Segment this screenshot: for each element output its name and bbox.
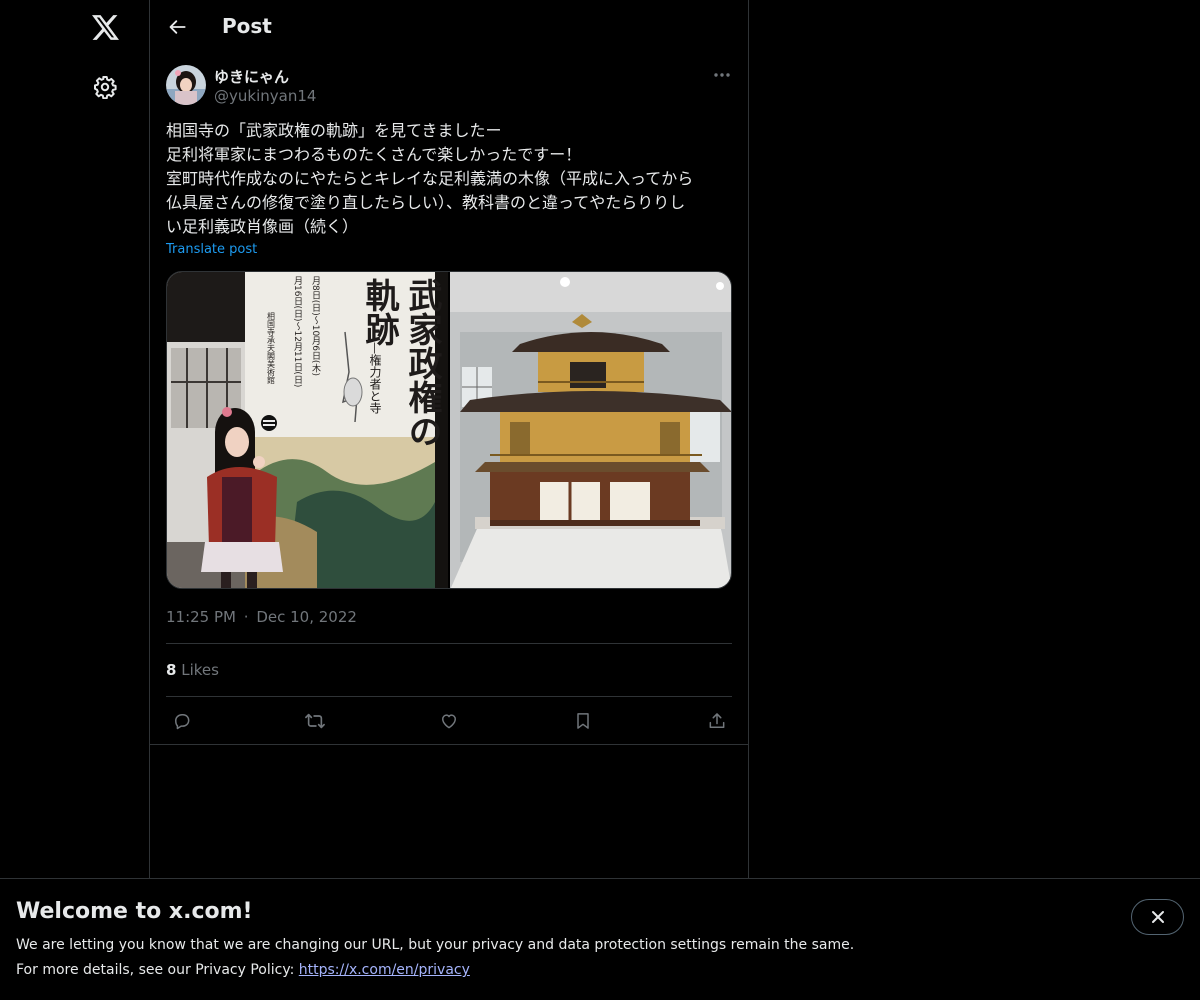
poster-date-2: 月16日(日)〜12月11日(日) xyxy=(292,276,303,387)
avatar[interactable] xyxy=(166,65,206,105)
banner-privacy-prefix: For more details, see our Privacy Policy… xyxy=(16,962,299,978)
post-actions xyxy=(166,698,732,744)
banner-privacy-line: For more details, see our Privacy Policy… xyxy=(16,962,470,978)
author-name[interactable]: ゆきにゃん xyxy=(214,66,289,87)
bookmark-icon[interactable] xyxy=(569,707,597,735)
close-icon xyxy=(1151,911,1164,923)
translate-post-link[interactable]: Translate post xyxy=(166,242,257,257)
post-text-line: 室町時代作成なのにやたらとキレイな足利義満の木像（平成に入ってから xyxy=(166,169,694,188)
post-media: 武家政権の 軌跡 —権力者と寺 月8日(日)〜10月6日(木) 月16日(日)〜… xyxy=(166,271,732,589)
repost-icon[interactable] xyxy=(301,707,329,735)
post-header: Post xyxy=(150,0,748,54)
post-text: 相国寺の「武家政権の軌跡」を見てきましたー 足利将軍家にまつわるものたくさんで楽… xyxy=(166,119,736,239)
arrow-left-icon[interactable] xyxy=(160,9,196,45)
post-text-line: 相国寺の「武家政権の軌跡」を見てきましたー xyxy=(166,121,502,140)
banner-title: Welcome to x.com! xyxy=(16,899,253,924)
likes-count-link[interactable]: 8 Likes xyxy=(166,661,219,679)
reply-icon[interactable] xyxy=(168,707,196,735)
poster-date-1: 月8日(日)〜10月6日(木) xyxy=(310,276,321,376)
poster-title-col1: 武家政権の xyxy=(402,278,442,448)
post-date[interactable]: Dec 10, 2022 xyxy=(256,608,357,626)
likes-label: Likes xyxy=(181,661,219,679)
banner-message: We are letting you know that we are chan… xyxy=(16,937,855,953)
welcome-banner: Welcome to x.com! We are letting you kno… xyxy=(0,878,1200,1000)
close-banner-button[interactable] xyxy=(1131,899,1184,935)
post-text-line: 仏具屋さんの修復で塗り直したらしい）、教科書のと違ってやたらりりし xyxy=(166,193,686,212)
poster-subtitle: —権力者と寺 xyxy=(368,342,382,414)
photo-pavilion-model[interactable] xyxy=(450,272,731,588)
gear-icon[interactable] xyxy=(85,67,125,107)
photo-exhibition-poster[interactable]: 武家政権の 軌跡 —権力者と寺 月8日(日)〜10月6日(木) 月16日(日)〜… xyxy=(167,272,448,588)
post-text-line: い足利義政肖像画（続く） xyxy=(166,217,359,236)
likes-count: 8 xyxy=(166,661,177,679)
column-border xyxy=(748,745,749,880)
more-options-icon[interactable] xyxy=(708,63,736,87)
poster-title-col2: 軌跡 xyxy=(359,278,399,346)
divider xyxy=(166,643,732,644)
page-title: Post xyxy=(222,14,272,38)
post-text-line: 足利将軍家にまつわるものたくさんで楽しかったですー！ xyxy=(166,145,582,164)
heart-icon[interactable] xyxy=(435,707,463,735)
post-column: Post ゆきにゃん @yukinyan14 相国寺の「武家政権の軌跡」を見てき… xyxy=(150,0,749,745)
privacy-policy-link[interactable]: https://x.com/en/privacy xyxy=(299,962,470,978)
divider xyxy=(166,696,732,697)
post-time[interactable]: 11:25 PM xyxy=(166,608,236,626)
poster-venue: 相国寺承天閣美術館 xyxy=(267,311,276,385)
x-logo-icon[interactable] xyxy=(85,7,125,47)
left-nav xyxy=(0,0,150,1000)
timestamp-separator: · xyxy=(243,608,249,626)
author-handle[interactable]: @yukinyan14 xyxy=(214,87,316,105)
post-timestamp: 11:25 PM · Dec 10, 2022 xyxy=(166,608,357,626)
share-icon[interactable] xyxy=(703,707,731,735)
